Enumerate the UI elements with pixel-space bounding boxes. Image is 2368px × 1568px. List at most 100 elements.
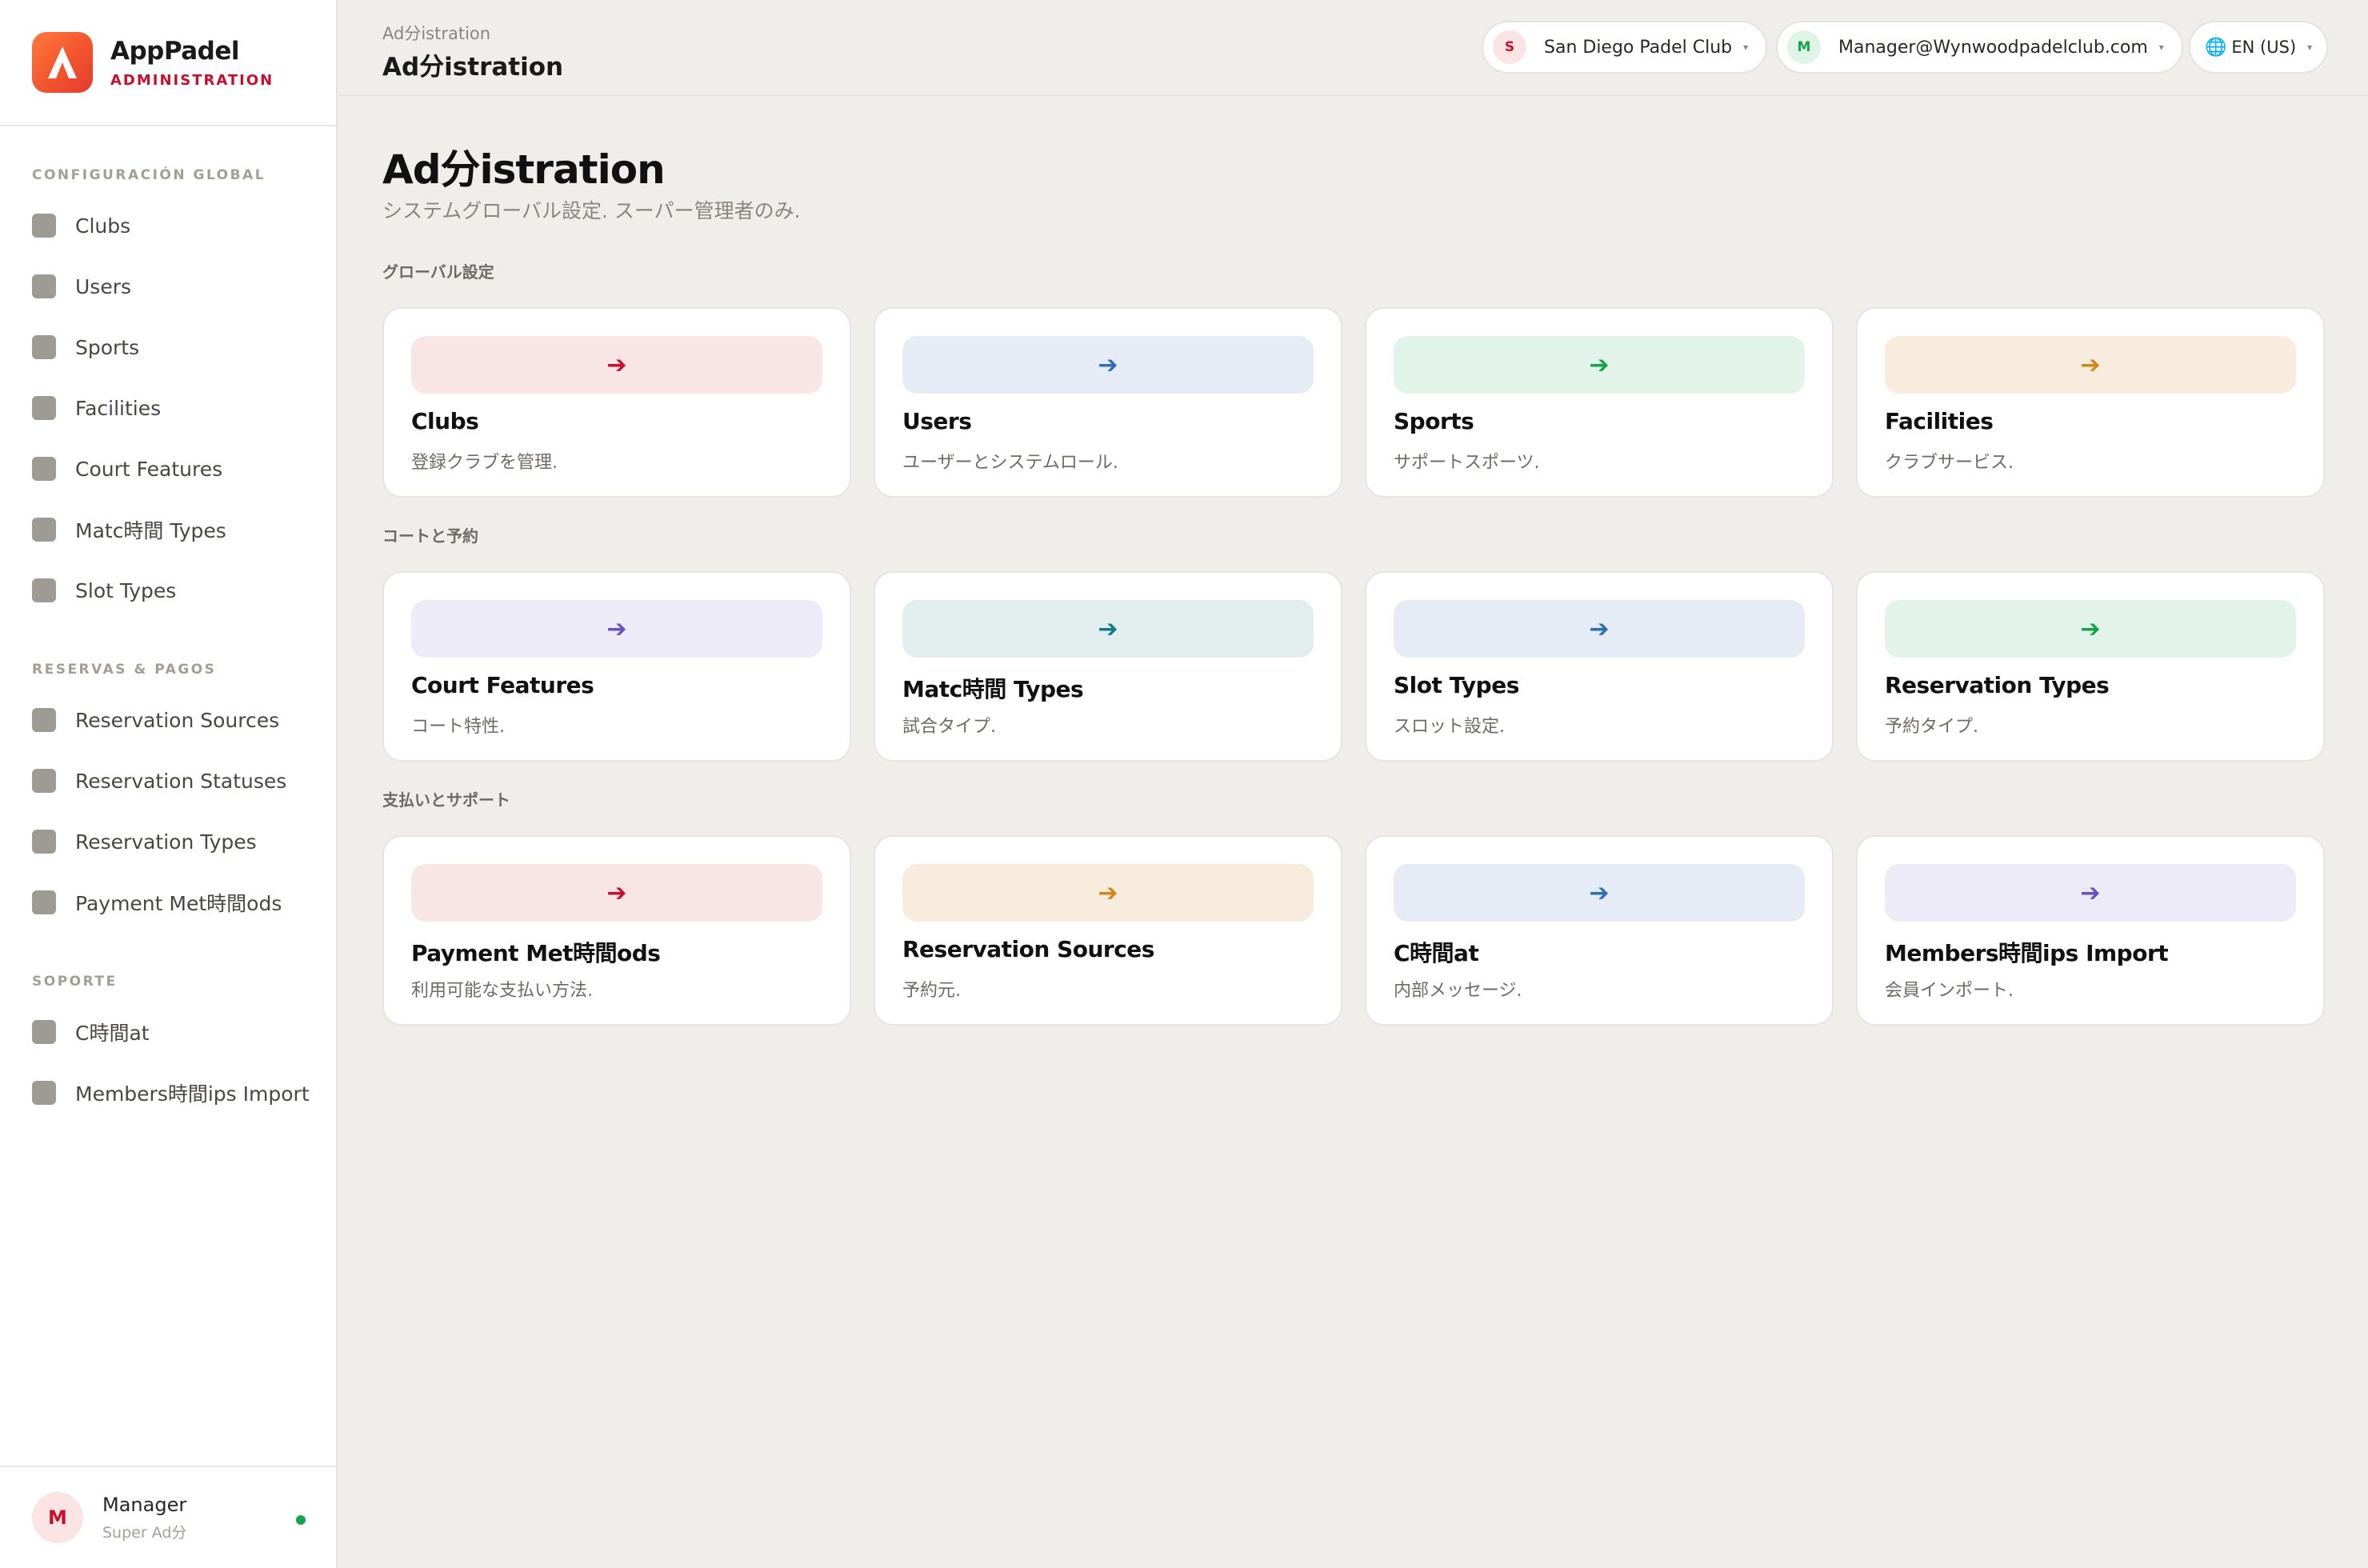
sidebar-item-chat[interactable]: C時間at <box>0 1002 336 1062</box>
language-selector[interactable]: 🌐 EN (US) ▾ <box>2189 21 2329 74</box>
account-selector-label: Manager@Wynwoodpadelclub.com <box>1838 37 2148 58</box>
card-court-features[interactable]: ➔ Court Features コート特性. <box>382 571 851 762</box>
card-facilities[interactable]: ➔ Facilities クラブサービス. <box>1856 307 2325 498</box>
card-banner: ➔ <box>411 336 822 394</box>
sidebar-nav: CONFIGURACIÓN GLOBAL Clubs Users Sports … <box>0 126 336 1123</box>
nav-section-title: SOPORTE <box>32 974 118 990</box>
sidebar-item-label: Reservation Sources <box>75 708 280 732</box>
sidebar-item-slot-types[interactable]: Slot Types <box>0 560 336 621</box>
sidebar-item-label: Facilities <box>75 396 162 420</box>
card-clubs[interactable]: ➔ Clubs 登録クラブを管理. <box>382 307 851 498</box>
sidebar-item-reservation-types[interactable]: Reservation Types <box>0 811 336 872</box>
card-banner: ➔ <box>902 864 1314 922</box>
sidebar-item-match-types[interactable]: Matc時間 Types <box>0 499 336 560</box>
card-banner: ➔ <box>1394 600 1805 658</box>
sidebar-item-memberships-import[interactable]: Members時間ips Import <box>0 1062 336 1123</box>
card-banner: ➔ <box>1885 600 2296 658</box>
arrow-right-icon: ➔ <box>2080 614 2101 643</box>
chat-icon <box>32 1020 56 1044</box>
card-description: コート特性. <box>411 717 505 737</box>
sidebar: AppPadel ADMINISTRATION CONFIGURACIÓN GL… <box>0 0 338 1568</box>
slot-types-icon <box>32 578 56 602</box>
club-avatar: S <box>1493 30 1526 64</box>
club-selector[interactable]: S San Diego Padel Club ▾ <box>1482 21 1768 74</box>
group-label-courts: コートと予約 <box>382 526 478 546</box>
user-name: Manager <box>102 1493 187 1516</box>
card-c-at[interactable]: ➔ C時間at 内部メッセージ. <box>1365 835 1834 1026</box>
account-selector[interactable]: M Manager@Wynwoodpadelclub.com ▾ <box>1776 21 2183 74</box>
sidebar-item-label: Users <box>75 274 132 298</box>
sports-icon <box>32 335 56 359</box>
chevron-down-icon: ▾ <box>2307 42 2313 53</box>
card-members-ips-import[interactable]: ➔ Members時間ips Import 会員インポート. <box>1856 835 2325 1026</box>
card-title: Reservation Sources <box>902 936 1154 962</box>
sidebar-item-payment-methods[interactable]: Payment Met時間ods <box>0 872 336 933</box>
sidebar-item-court-features[interactable]: Court Features <box>0 438 336 499</box>
card-description: 予約元. <box>902 981 961 1001</box>
card-title: Payment Met時間ods <box>411 940 661 966</box>
facilities-icon <box>32 396 56 420</box>
avatar: M <box>32 1492 83 1543</box>
sidebar-item-label: Sports <box>75 335 140 359</box>
card-reservation-sources[interactable]: ➔ Reservation Sources 予約元. <box>874 835 1342 1026</box>
card-payment-met-ods[interactable]: ➔ Payment Met時間ods 利用可能な支払い方法. <box>382 835 851 1026</box>
sidebar-item-sports[interactable]: Sports <box>0 317 336 378</box>
sidebar-item-label: Payment Met時間ods <box>75 892 282 915</box>
sidebar-item-label: Clubs <box>75 214 131 238</box>
nav-section-title: RESERVAS & PAGOS <box>32 662 217 678</box>
card-description: 内部メッセージ. <box>1394 981 1522 1001</box>
language-label: EN (US) <box>2231 38 2297 57</box>
card-description: スロット設定. <box>1394 717 1505 737</box>
card-description: 予約タイプ. <box>1885 717 1978 737</box>
sidebar-item-label: Reservation Types <box>75 830 257 854</box>
card-users[interactable]: ➔ Users ユーザーとシステムロール. <box>874 307 1342 498</box>
card-slot-types[interactable]: ➔ Slot Types スロット設定. <box>1365 571 1834 762</box>
card-reservation-types[interactable]: ➔ Reservation Types 予約タイプ. <box>1856 571 2325 762</box>
card-title: C時間at <box>1394 940 1479 966</box>
arrow-right-icon: ➔ <box>1098 614 1118 643</box>
sidebar-item-facilities[interactable]: Facilities <box>0 378 336 438</box>
card-title: Matc時間 Types <box>902 676 1084 702</box>
card-banner: ➔ <box>411 864 822 922</box>
card-description: ユーザーとシステムロール. <box>902 453 1118 473</box>
globe-icon: 🌐 <box>2205 37 2227 58</box>
brand-subtitle: ADMINISTRATION <box>110 71 274 89</box>
sidebar-item-users[interactable]: Users <box>0 256 336 317</box>
sidebar-item-reservation-statuses[interactable]: Reservation Statuses <box>0 750 336 811</box>
nav-section-title: CONFIGURACIÓN GLOBAL <box>32 167 266 183</box>
arrow-right-icon: ➔ <box>1098 350 1118 379</box>
court-features-icon <box>32 457 56 481</box>
card-sports[interactable]: ➔ Sports サポートスポーツ. <box>1365 307 1834 498</box>
card-title: Users <box>902 408 972 434</box>
arrow-right-icon: ➔ <box>1589 350 1610 379</box>
arrow-right-icon: ➔ <box>2080 350 2101 379</box>
card-banner: ➔ <box>902 600 1314 658</box>
users-icon <box>32 274 56 298</box>
sidebar-item-label: Court Features <box>75 457 223 481</box>
brand-name: AppPadel <box>110 36 240 66</box>
card-banner: ➔ <box>1885 336 2296 394</box>
sidebar-item-reservation-sources[interactable]: Reservation Sources <box>0 690 336 750</box>
breadcrumb[interactable]: Ad分istration <box>382 21 490 45</box>
card-banner: ➔ <box>1394 864 1805 922</box>
payment-methods-icon <box>32 890 56 914</box>
card-banner: ➔ <box>1394 336 1805 394</box>
user-profile[interactable]: M Manager Super Ad分 <box>0 1466 336 1568</box>
account-avatar: M <box>1787 30 1821 64</box>
card-title: Members時間ips Import <box>1885 940 2169 966</box>
group-label-payments: 支払いとサポート <box>382 790 510 810</box>
card-description: クラブサービス. <box>1885 453 2014 473</box>
arrow-right-icon: ➔ <box>606 614 627 643</box>
card-description: 登録クラブを管理. <box>411 453 558 473</box>
online-status-dot <box>296 1515 306 1525</box>
card-matc-types[interactable]: ➔ Matc時間 Types 試合タイプ. <box>874 571 1342 762</box>
topbar: Ad分istration Ad分istration S San Diego Pa… <box>339 0 2368 96</box>
card-title: Clubs <box>411 408 479 434</box>
arrow-right-icon: ➔ <box>606 350 627 379</box>
card-banner: ➔ <box>1885 864 2296 922</box>
card-banner: ➔ <box>411 600 822 658</box>
card-title: Reservation Types <box>1885 672 2110 698</box>
brand[interactable]: AppPadel ADMINISTRATION <box>0 0 336 126</box>
sidebar-item-clubs[interactable]: Clubs <box>0 195 336 256</box>
group-label-global: グローバル設定 <box>382 262 494 282</box>
